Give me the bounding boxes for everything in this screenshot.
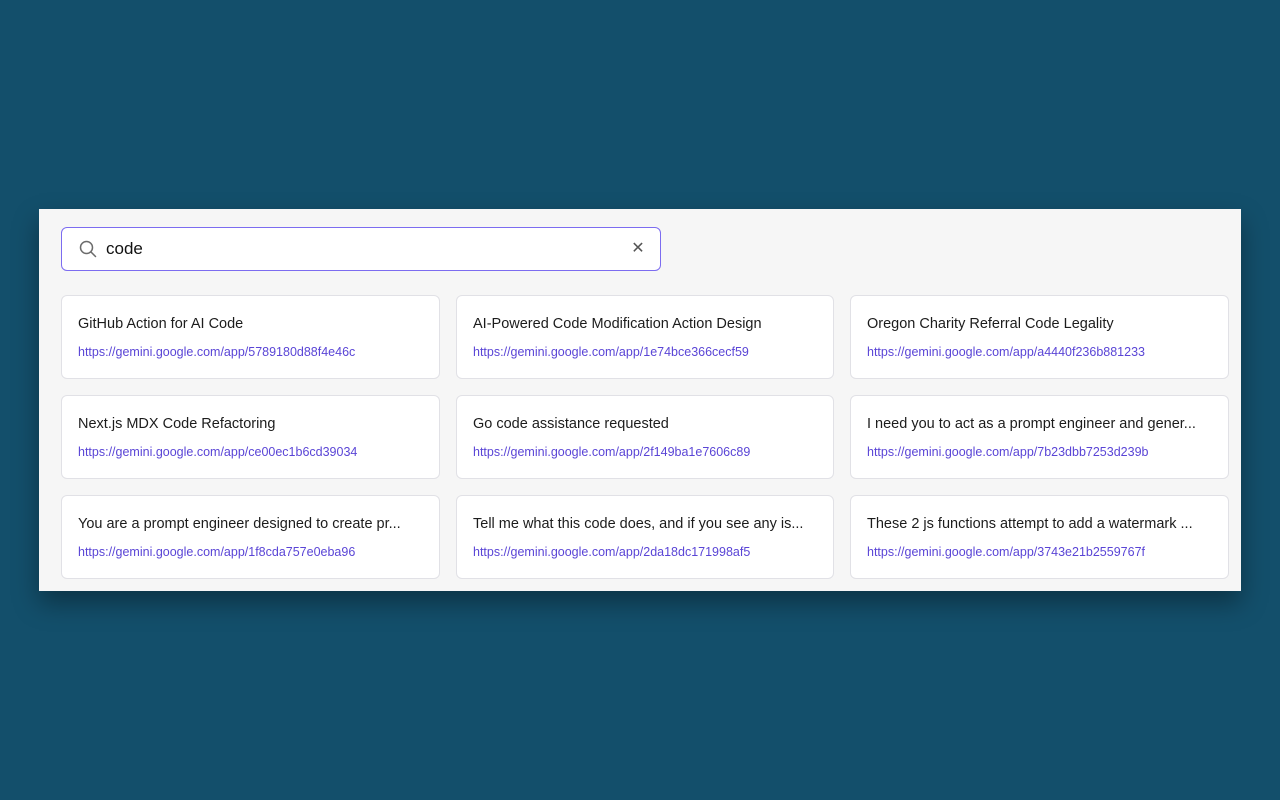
result-card[interactable]: AI-Powered Code Modification Action Desi… (456, 295, 834, 379)
result-card[interactable]: Next.js MDX Code Refactoring https://gem… (61, 395, 440, 479)
result-url[interactable]: https://gemini.google.com/app/ce00ec1b6c… (78, 444, 423, 460)
result-card[interactable]: These 2 js functions attempt to add a wa… (850, 495, 1229, 579)
search-box: ✕ (61, 227, 661, 271)
search-icon (79, 240, 97, 258)
result-title: AI-Powered Code Modification Action Desi… (473, 316, 762, 332)
result-title: Next.js MDX Code Refactoring (78, 416, 276, 432)
result-title: Oregon Charity Referral Code Legality (867, 316, 1114, 332)
result-card[interactable]: Oregon Charity Referral Code Legality ht… (850, 295, 1229, 379)
results-grid: GitHub Action for AI Code https://gemini… (61, 295, 1229, 579)
result-url[interactable]: https://gemini.google.com/app/a4440f236b… (867, 344, 1212, 360)
result-card[interactable]: Tell me what this code does, and if you … (456, 495, 834, 579)
result-card[interactable]: Go code assistance requested https://gem… (456, 395, 834, 479)
result-url[interactable]: https://gemini.google.com/app/3743e21b25… (867, 544, 1212, 560)
result-title: These 2 js functions attempt to add a wa… (867, 516, 1193, 532)
result-url[interactable]: https://gemini.google.com/app/1e74bce366… (473, 344, 817, 360)
result-card[interactable]: You are a prompt engineer designed to cr… (61, 495, 440, 579)
result-card[interactable]: I need you to act as a prompt engineer a… (850, 395, 1229, 479)
result-title: You are a prompt engineer designed to cr… (78, 516, 401, 532)
result-title: Tell me what this code does, and if you … (473, 516, 804, 532)
result-card[interactable]: GitHub Action for AI Code https://gemini… (61, 295, 440, 379)
result-url[interactable]: https://gemini.google.com/app/7b23dbb725… (867, 444, 1212, 460)
result-title: I need you to act as a prompt engineer a… (867, 416, 1196, 432)
result-url[interactable]: https://gemini.google.com/app/1f8cda757e… (78, 544, 423, 560)
result-title: GitHub Action for AI Code (78, 316, 244, 332)
search-input[interactable] (106, 236, 606, 262)
close-icon[interactable]: ✕ (628, 239, 648, 259)
search-results-panel: ✕ GitHub Action for AI Code https://gemi… (39, 209, 1241, 591)
result-url[interactable]: https://gemini.google.com/app/2f149ba1e7… (473, 444, 817, 460)
result-url[interactable]: https://gemini.google.com/app/2da18dc171… (473, 544, 817, 560)
result-title: Go code assistance requested (473, 416, 669, 432)
result-url[interactable]: https://gemini.google.com/app/5789180d88… (78, 344, 423, 360)
